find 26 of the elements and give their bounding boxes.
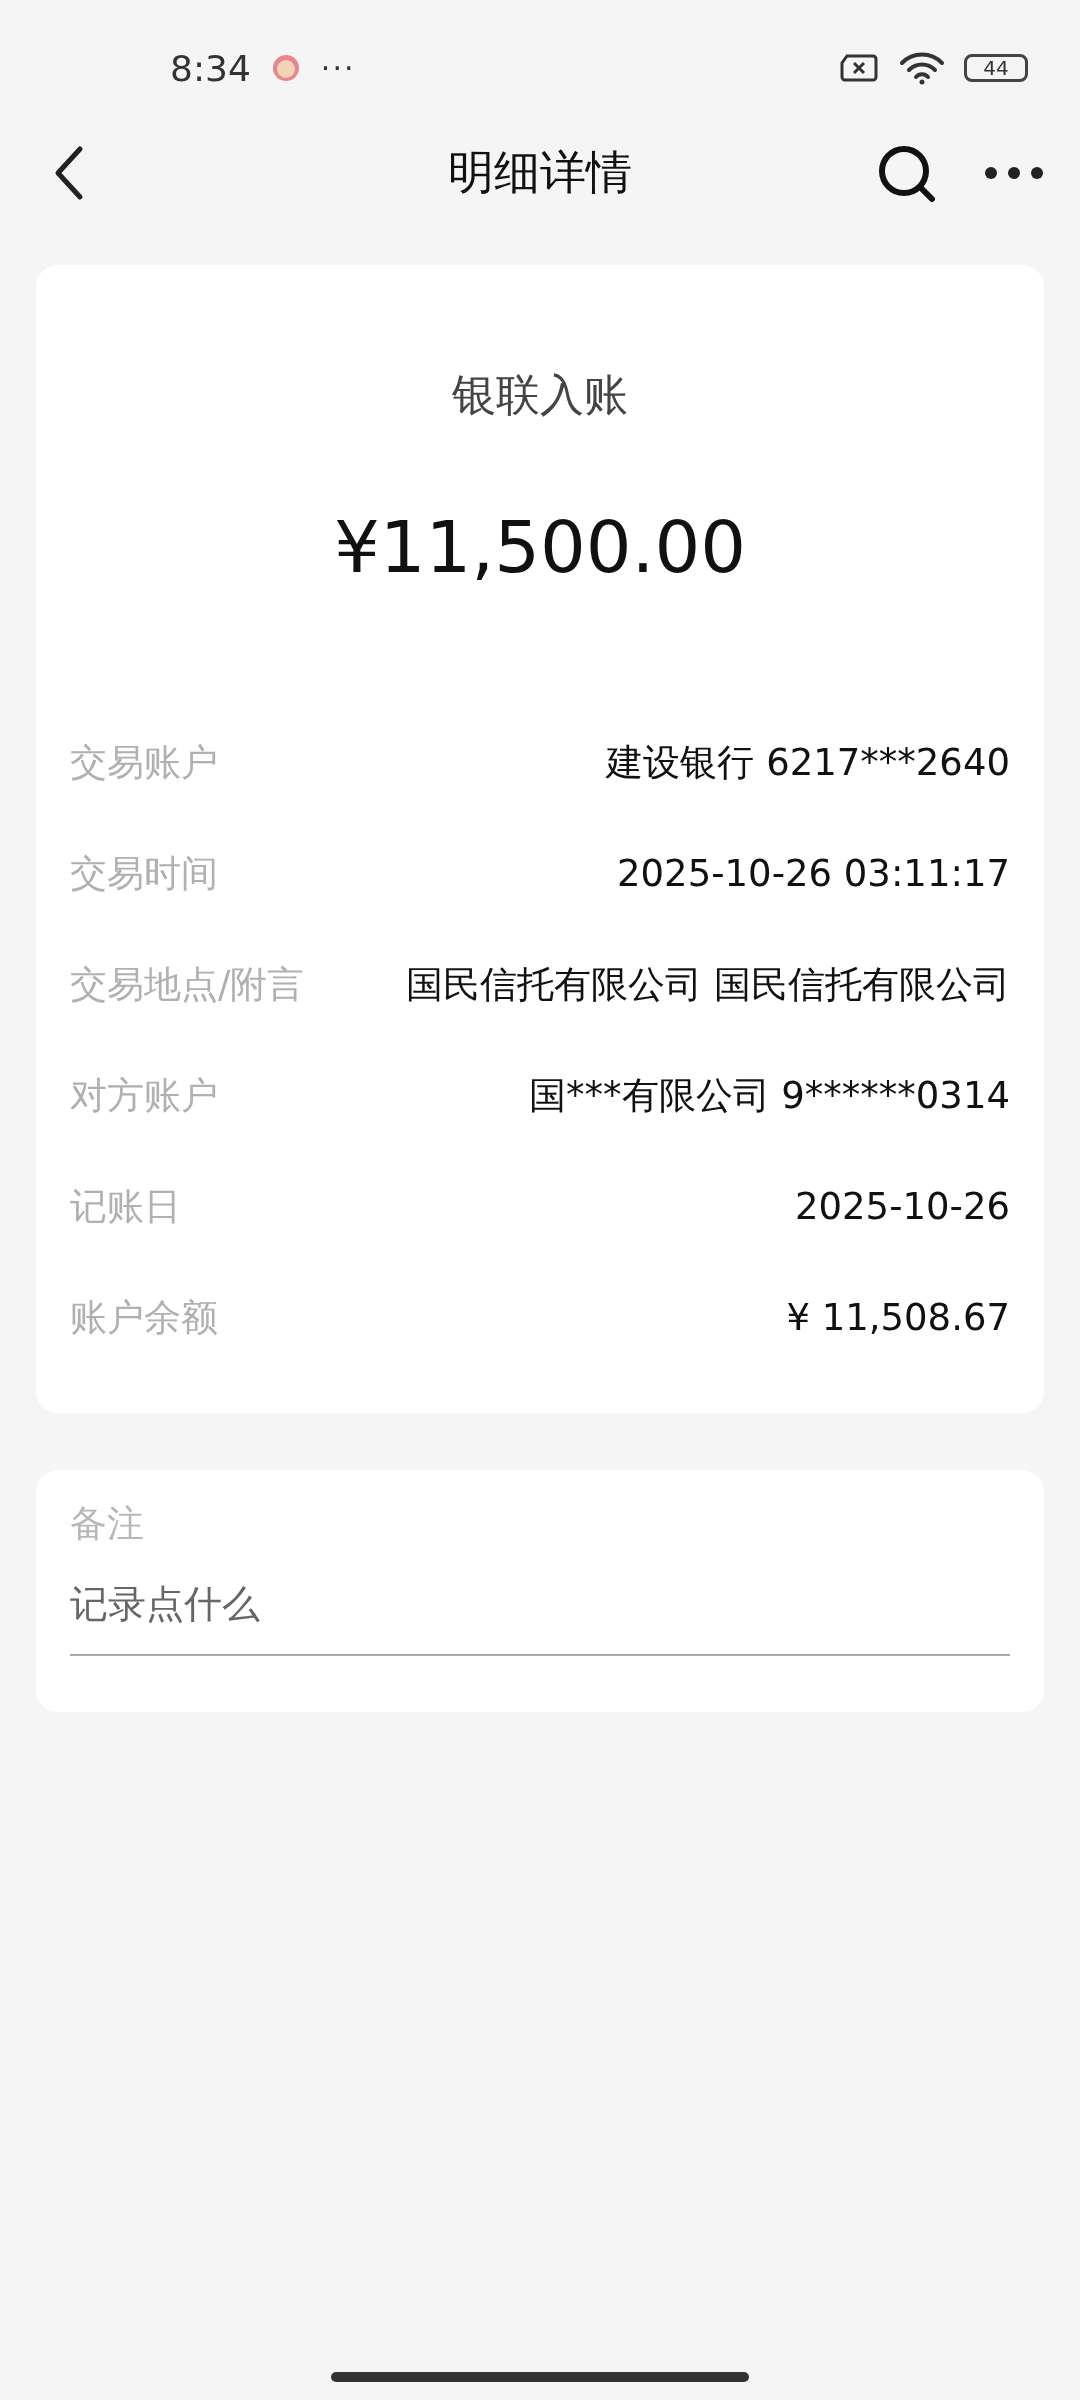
note-label: 备注 xyxy=(70,1501,145,1547)
detail-label: 交易时间 xyxy=(70,850,218,897)
detail-label: 交易账户 xyxy=(70,739,218,786)
detail-value: ¥ 11,508.67 xyxy=(786,1296,1010,1339)
detail-value: 2025-10-26 03:11:17 xyxy=(617,852,1010,895)
status-time: 8:34 xyxy=(170,47,251,89)
no-sim-icon xyxy=(838,53,880,83)
search-icon[interactable] xyxy=(876,143,936,203)
detail-label: 记账日 xyxy=(70,1183,181,1230)
battery-icon: 44 xyxy=(964,54,1028,82)
detail-value: 建设银行 6217***2640 xyxy=(606,739,1010,786)
transaction-type: 银联入账 xyxy=(451,368,629,422)
transaction-amount: ¥11,500.00 xyxy=(332,504,748,591)
note-card[interactable]: 备注 记录点什么 xyxy=(36,1470,1044,1712)
page-title: 明细详情 xyxy=(448,144,632,201)
detail-value: 2025-10-26 xyxy=(794,1185,1010,1228)
back-icon[interactable] xyxy=(54,145,84,201)
more-options-icon[interactable] xyxy=(984,166,1044,180)
detail-value: 国***有限公司 9******0314 xyxy=(529,1072,1010,1119)
detail-label: 账户余额 xyxy=(70,1294,218,1341)
detail-value: 国民信托有限公司 国民信托有限公司 xyxy=(406,961,1010,1008)
detail-label: 交易地点/附言 xyxy=(70,961,305,1008)
notification-avatar-icon xyxy=(270,53,301,83)
detail-label: 对方账户 xyxy=(70,1072,218,1119)
more-notifications-text: ··· xyxy=(320,50,356,86)
wifi-icon xyxy=(898,51,946,85)
